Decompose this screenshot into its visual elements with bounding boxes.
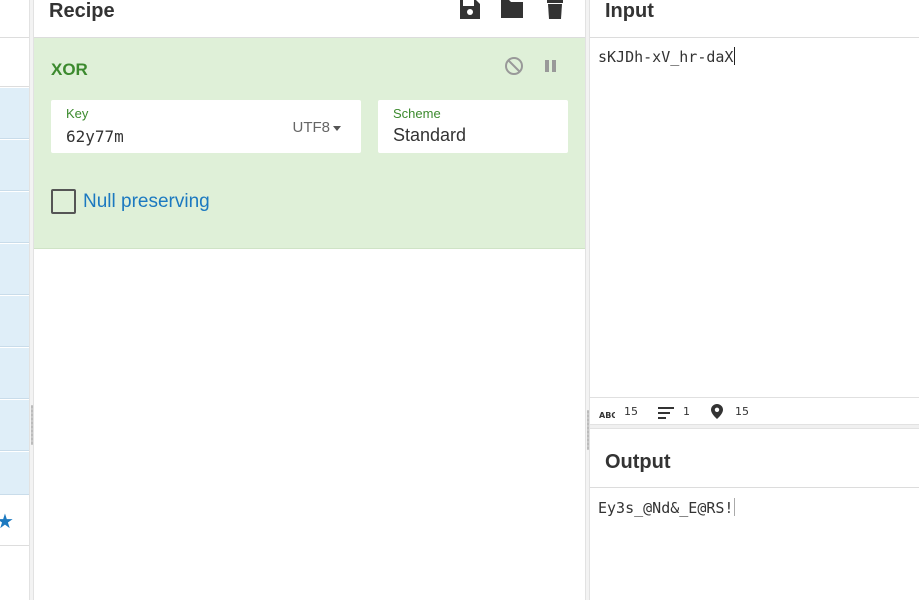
save-icon[interactable]	[458, 0, 482, 20]
input-textarea[interactable]: sKJDh-xV_hr-daX	[598, 47, 736, 66]
caret-down-icon	[333, 125, 341, 131]
app-window: ★ Recipe XOR Key 62y77m UTF8 Scheme Stan…	[0, 0, 919, 600]
recipe-title: Recipe	[49, 0, 115, 22]
abc-length-icon: ABC	[599, 407, 617, 425]
input-position: 15	[735, 405, 749, 418]
input-text: sKJDh-xV_hr-daX	[598, 48, 734, 66]
output-textarea[interactable]: Ey3s_@Nd&_E@RS!	[598, 498, 736, 517]
divider	[0, 545, 29, 546]
location-pin-icon	[711, 404, 723, 424]
operation-title: XOR	[51, 60, 88, 79]
trash-icon[interactable]	[543, 0, 565, 20]
input-status-bar: ABC 15 1 15	[590, 397, 919, 424]
operation-list-item[interactable]	[0, 296, 29, 347]
favourite-star-icon[interactable]: ★	[0, 512, 14, 532]
svg-text:ABC: ABC	[599, 411, 615, 420]
disable-icon[interactable]	[504, 56, 524, 76]
input-title: Input	[605, 0, 654, 22]
lines-icon	[658, 406, 674, 424]
encoding-label: UTF8	[292, 119, 331, 136]
text-cursor	[734, 498, 736, 516]
null-preserving-label[interactable]: Null preserving	[83, 191, 210, 213]
input-header: Input	[590, 0, 919, 38]
key-field[interactable]: Key 62y77m UTF8	[51, 100, 361, 153]
scheme-field[interactable]: Scheme Standard	[378, 100, 568, 153]
operation-list-item[interactable]	[0, 452, 29, 495]
io-pane: Input sKJDh-xV_hr-daX ABC 15 1 15 Output…	[590, 0, 919, 600]
null-preserving-checkbox[interactable]	[51, 189, 76, 214]
pause-icon[interactable]	[541, 56, 561, 76]
operations-search-area[interactable]	[0, 37, 29, 87]
scheme-label: Scheme	[393, 106, 441, 121]
key-label: Key	[66, 106, 89, 121]
operation-list-item[interactable]	[0, 400, 29, 451]
key-input[interactable]: 62y77m	[66, 127, 124, 146]
operation-list-item[interactable]	[0, 140, 29, 191]
operation-list-item[interactable]	[0, 244, 29, 295]
operations-panel: ★	[0, 0, 29, 600]
xor-operation[interactable]: XOR Key 62y77m UTF8 Scheme Standard Null…	[34, 38, 585, 249]
input-lines: 1	[683, 405, 690, 418]
grip-dots	[31, 405, 33, 445]
operation-list-item[interactable]	[0, 348, 29, 399]
recipe-pane: Recipe XOR Key 62y77m UTF8 Scheme Standa…	[34, 0, 585, 600]
output-header: Output	[590, 429, 919, 488]
scheme-select[interactable]: Standard	[393, 125, 466, 146]
operation-list-item[interactable]	[0, 192, 29, 243]
grip-dots	[587, 410, 589, 450]
operation-list-item[interactable]	[0, 88, 29, 139]
input-length: 15	[624, 405, 638, 418]
key-encoding-dropdown[interactable]: UTF8	[292, 119, 341, 136]
output-title: Output	[605, 451, 671, 473]
text-cursor	[734, 47, 736, 65]
folder-icon[interactable]	[500, 0, 524, 20]
output-text: Ey3s_@Nd&_E@RS!	[598, 499, 734, 517]
recipe-header: Recipe	[34, 0, 585, 38]
